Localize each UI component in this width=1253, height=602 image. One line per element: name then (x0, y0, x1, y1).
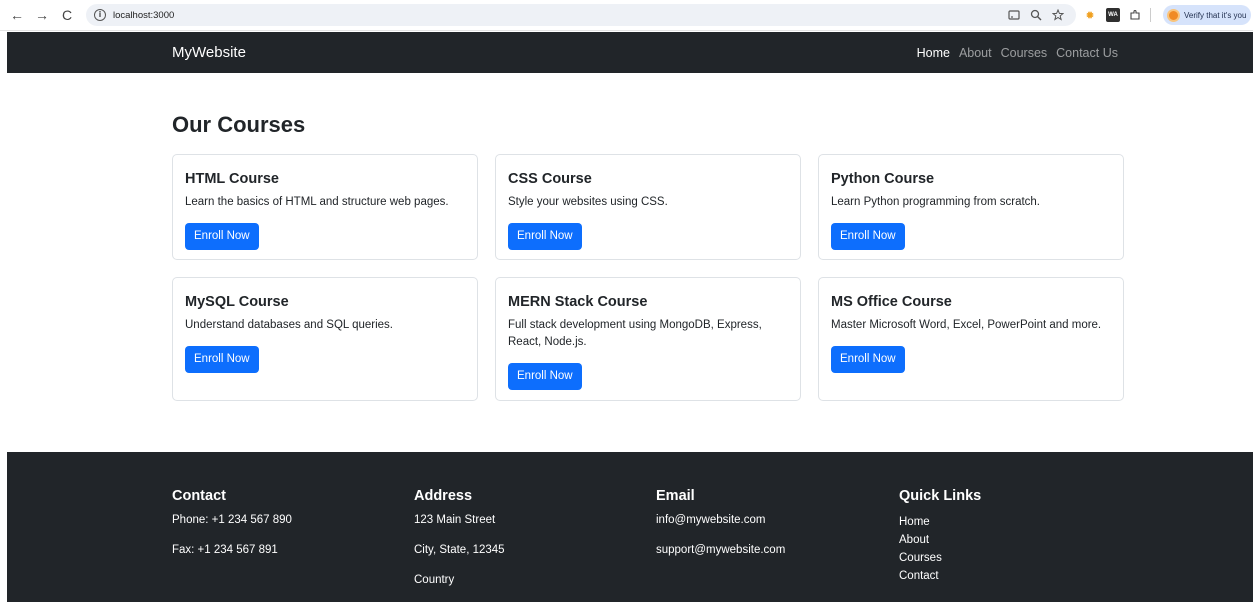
nav-links: Home About Courses Contact Us (917, 46, 1118, 60)
nav-contact-us[interactable]: Contact Us (1056, 46, 1118, 60)
course-card-mysql: MySQL Course Understand databases and SQ… (172, 277, 478, 401)
toolbar-separator (1150, 8, 1151, 22)
page-title: Our Courses (172, 112, 306, 137)
footer-contact: Contact Phone: +1 234 567 890 Fax: +1 23… (172, 488, 292, 573)
cast-icon[interactable] (1008, 9, 1020, 21)
footer-street: 123 Main Street (414, 514, 496, 526)
course-description: Understand databases and SQL queries. (185, 319, 393, 331)
course-description: Master Microsoft Word, Excel, PowerPoint… (831, 319, 1102, 331)
nav-about[interactable]: About (959, 46, 992, 60)
reload-icon[interactable]: C (56, 4, 78, 26)
browser-toolbar: ← → C i localhost:3000 ✹ WA Verify that … (0, 0, 1253, 31)
footer-email-info: info@mywebsite.com (656, 514, 766, 526)
site-info-icon[interactable]: i (94, 9, 106, 21)
extension-1-icon[interactable]: ✹ (1083, 8, 1097, 22)
extensions-area: ✹ WA (1083, 4, 1151, 26)
course-title: MERN Stack Course (508, 294, 648, 310)
footer-phone: Phone: +1 234 567 890 (172, 514, 292, 526)
course-title: CSS Course (508, 171, 592, 187)
footer-link-about[interactable]: About (899, 531, 981, 549)
course-description: Full stack development using MongoDB, Ex… (508, 319, 762, 348)
footer-quick-links-heading: Quick Links (899, 488, 982, 504)
course-card-ms-office: MS Office Course Master Microsoft Word, … (818, 277, 1124, 401)
enroll-now-button[interactable]: Enroll Now (508, 223, 582, 250)
footer-email: Email info@mywebsite.com support@mywebsi… (656, 488, 785, 573)
footer-link-courses[interactable]: Courses (899, 549, 981, 567)
profile-avatar (1167, 8, 1180, 22)
enroll-now-button[interactable]: Enroll Now (185, 346, 259, 373)
footer-address: Address 123 Main Street City, State, 123… (414, 488, 505, 602)
course-title: HTML Course (185, 171, 279, 187)
enroll-now-button[interactable]: Enroll Now (185, 223, 259, 250)
footer-quick-links: Quick Links Home About Courses Contact (899, 488, 981, 585)
back-arrow-icon[interactable]: ← (6, 4, 28, 26)
footer-email-heading: Email (656, 488, 695, 504)
forward-arrow-icon[interactable]: → (31, 4, 53, 26)
bookmark-star-icon[interactable] (1052, 9, 1064, 21)
site-navbar: MyWebsite Home About Courses Contact Us (7, 32, 1253, 73)
url-text[interactable]: localhost:3000 (113, 10, 174, 21)
address-bar[interactable]: i localhost:3000 (86, 4, 1076, 26)
footer-country: Country (414, 574, 455, 586)
zoom-icon[interactable] (1030, 9, 1042, 21)
verify-text: Verify that it's you (1184, 10, 1247, 20)
footer-address-heading: Address (414, 488, 473, 504)
course-title: Python Course (831, 171, 935, 187)
footer-city: City, State, 12345 (414, 544, 505, 556)
course-description: Learn the basics of HTML and structure w… (185, 196, 449, 208)
footer-contact-heading: Contact (172, 488, 226, 504)
nav-home[interactable]: Home (917, 46, 950, 60)
footer-link-home[interactable]: Home (899, 513, 981, 531)
enroll-now-button[interactable]: Enroll Now (831, 223, 905, 250)
course-card-python: Python Course Learn Python programming f… (818, 154, 1124, 260)
brand-logo[interactable]: MyWebsite (172, 44, 246, 61)
nav-courses[interactable]: Courses (1001, 46, 1048, 60)
extensions-puzzle-icon[interactable] (1129, 9, 1141, 21)
verify-profile-chip[interactable]: Verify that it's you (1163, 5, 1251, 25)
course-card-css: CSS Course Style your websites using CSS… (495, 154, 801, 260)
course-card-mern: MERN Stack Course Full stack development… (495, 277, 801, 401)
course-description: Learn Python programming from scratch. (831, 196, 1041, 208)
course-card-html: HTML Course Learn the basics of HTML and… (172, 154, 478, 260)
footer-email-support: support@mywebsite.com (656, 544, 786, 556)
footer-fax: Fax: +1 234 567 891 (172, 544, 278, 556)
course-description: Style your websites using CSS. (508, 196, 668, 208)
enroll-now-button[interactable]: Enroll Now (831, 346, 905, 373)
enroll-now-button[interactable]: Enroll Now (508, 363, 582, 390)
footer-link-contact[interactable]: Contact (899, 567, 981, 585)
course-title: MS Office Course (831, 294, 952, 310)
site-footer: Contact Phone: +1 234 567 890 Fax: +1 23… (7, 452, 1253, 602)
extension-wa-icon[interactable]: WA (1106, 8, 1120, 22)
course-title: MySQL Course (185, 294, 289, 310)
address-bar-tools (1008, 4, 1064, 26)
